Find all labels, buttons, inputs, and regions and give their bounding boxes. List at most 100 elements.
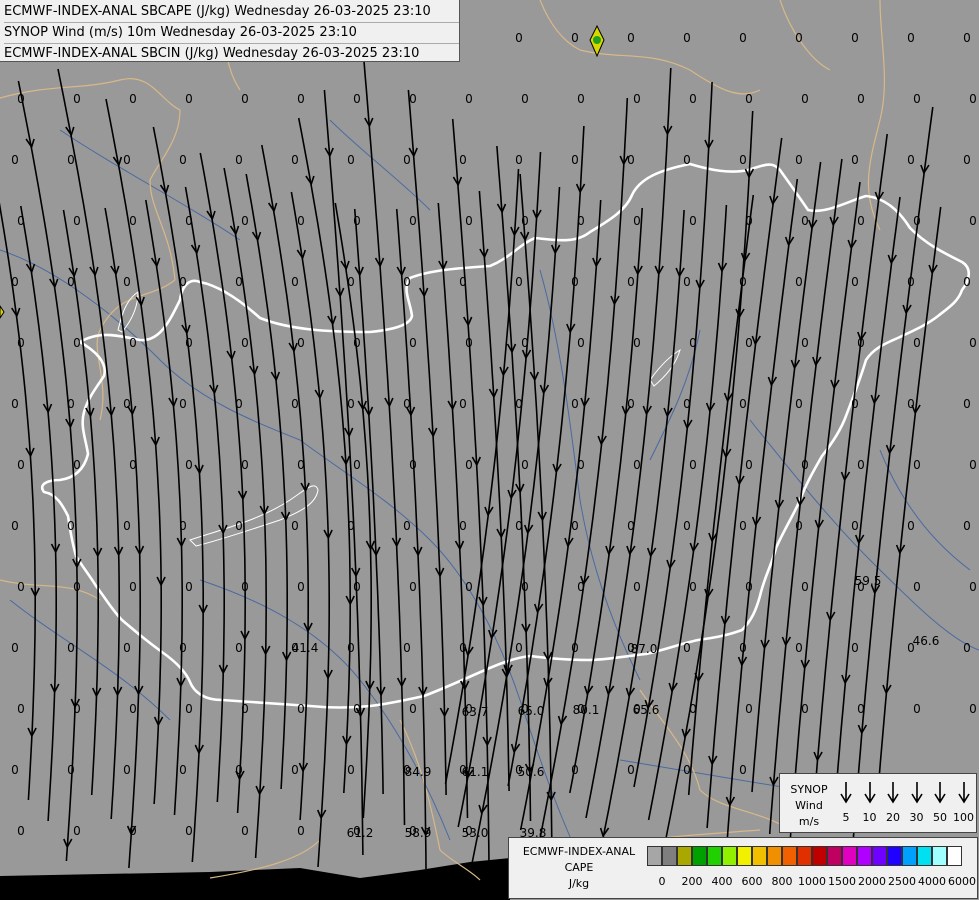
synop-arrow-5 xyxy=(840,782,852,804)
map-value-label: 0 xyxy=(739,275,747,289)
map-value-label: 0 xyxy=(403,153,411,167)
map-value-label: 0 xyxy=(857,702,865,716)
map-value-label: 0 xyxy=(801,580,809,594)
map-value-label: 0 xyxy=(683,519,691,533)
map-value-label: 0 xyxy=(739,31,747,45)
map-value-label: 0 xyxy=(235,763,243,777)
map-value-label: 0 xyxy=(801,92,809,106)
map-value-label: 0 xyxy=(353,458,361,472)
map-value-label: 0 xyxy=(291,275,299,289)
map-value-label: 0 xyxy=(969,336,977,350)
map-value-label: 0 xyxy=(739,153,747,167)
map-value-label: 0 xyxy=(633,580,641,594)
synop-arrow-20 xyxy=(887,782,899,804)
map-value-label: 0 xyxy=(913,214,921,228)
map-value-label: 0 xyxy=(409,214,417,228)
map-value-label: 0 xyxy=(907,153,915,167)
map-value-label: 0 xyxy=(851,31,859,45)
cape-swatch xyxy=(857,846,872,866)
map-value-label: 0 xyxy=(857,458,865,472)
map-value-label: 0 xyxy=(795,397,803,411)
map-value-label: 0 xyxy=(241,458,249,472)
map-value-label: 0 xyxy=(241,92,249,106)
map-value-label: 0 xyxy=(795,519,803,533)
map-value-label: 61.1 xyxy=(462,765,489,779)
map-value-label: 0 xyxy=(963,275,971,289)
map-value-label: 0 xyxy=(739,519,747,533)
map-value-label: 0 xyxy=(347,519,355,533)
map-value-label: 65.0 xyxy=(518,704,545,718)
map-value-label: 0 xyxy=(745,458,753,472)
map-value-label: 0 xyxy=(403,519,411,533)
map-value-label: 0 xyxy=(291,153,299,167)
map-value-label: 0 xyxy=(17,336,25,350)
map-value-label: 0 xyxy=(969,92,977,106)
map-value-label: 0 xyxy=(459,275,467,289)
cape-swatch xyxy=(782,846,797,866)
map-value-label: 0 xyxy=(745,214,753,228)
synop-value-label: 20 xyxy=(886,811,900,824)
cape-swatch xyxy=(662,846,677,866)
map-value-label: 0 xyxy=(739,763,747,777)
map-value-label: 0 xyxy=(913,458,921,472)
cape-swatch xyxy=(887,846,902,866)
map-value-label: 0 xyxy=(627,31,635,45)
cape-swatch xyxy=(692,846,707,866)
synop-wind-legend: SYNOP Wind m/s 5 10 20 30 50 100 xyxy=(779,773,977,833)
map-value-label: 0 xyxy=(11,397,19,411)
map-value-label: 0 xyxy=(11,641,19,655)
map-value-label: 59.5 xyxy=(855,574,882,588)
map-value-label: 0 xyxy=(409,336,417,350)
map-value-label: 0 xyxy=(795,153,803,167)
map-value-label: 0 xyxy=(67,397,75,411)
cape-swatch xyxy=(812,846,827,866)
map-value-label: 61.2 xyxy=(347,826,374,840)
map-value-label: 0 xyxy=(67,275,75,289)
map-value-label: 0 xyxy=(515,153,523,167)
map-value-label: 0 xyxy=(689,458,697,472)
cape-legend-title-2: CAPE xyxy=(564,861,594,874)
map-value-label: 0 xyxy=(683,397,691,411)
map-value-label: 0 xyxy=(521,580,529,594)
map-value-label: 0 xyxy=(185,824,193,838)
map-value-label: 0 xyxy=(571,397,579,411)
map-value-label: 0 xyxy=(795,31,803,45)
map-value-label: 80.1 xyxy=(573,703,600,717)
map-value-label: 0 xyxy=(969,580,977,594)
synop-legend-title-2: Wind xyxy=(795,799,823,812)
map-value-label: 0 xyxy=(465,336,473,350)
map-value-label: 0 xyxy=(73,702,81,716)
map-value-label: 0 xyxy=(689,580,697,594)
map-value-label: 0 xyxy=(851,519,859,533)
map-value-label: 0 xyxy=(571,641,579,655)
map-value-label: 0 xyxy=(123,641,131,655)
map-value-label: 0 xyxy=(73,580,81,594)
map-value-label: 0 xyxy=(185,580,193,594)
map-value-label: 0 xyxy=(739,641,747,655)
synop-arrow-30 xyxy=(910,782,923,804)
map-value-label: 0 xyxy=(73,336,81,350)
map-value-label: 0 xyxy=(353,214,361,228)
map-value-label: 0 xyxy=(409,458,417,472)
map-value-label: 0 xyxy=(851,275,859,289)
map-value-label: 0 xyxy=(459,397,467,411)
map-value-label: 0 xyxy=(67,641,75,655)
synop-legend-title-3: m/s xyxy=(798,815,820,828)
cape-swatch xyxy=(902,846,917,866)
map-value-label: 0 xyxy=(515,31,523,45)
map-value-label: 0 xyxy=(17,580,25,594)
cape-swatch xyxy=(917,846,932,866)
map-value-label: 0 xyxy=(627,519,635,533)
map-value-label: 0 xyxy=(963,31,971,45)
map-value-label: 0 xyxy=(241,336,249,350)
map-value-label: 0 xyxy=(11,275,19,289)
map-value-label: 0 xyxy=(297,92,305,106)
map-value-label: 0 xyxy=(577,336,585,350)
map-value-label: 0 xyxy=(185,336,193,350)
map-value-label: 0 xyxy=(403,397,411,411)
cape-swatch xyxy=(842,846,857,866)
map-value-label: 0 xyxy=(185,702,193,716)
map-value-label: 0 xyxy=(17,214,25,228)
synop-legend-title-1: SYNOP xyxy=(790,783,828,796)
map-value-label: 0 xyxy=(241,702,249,716)
